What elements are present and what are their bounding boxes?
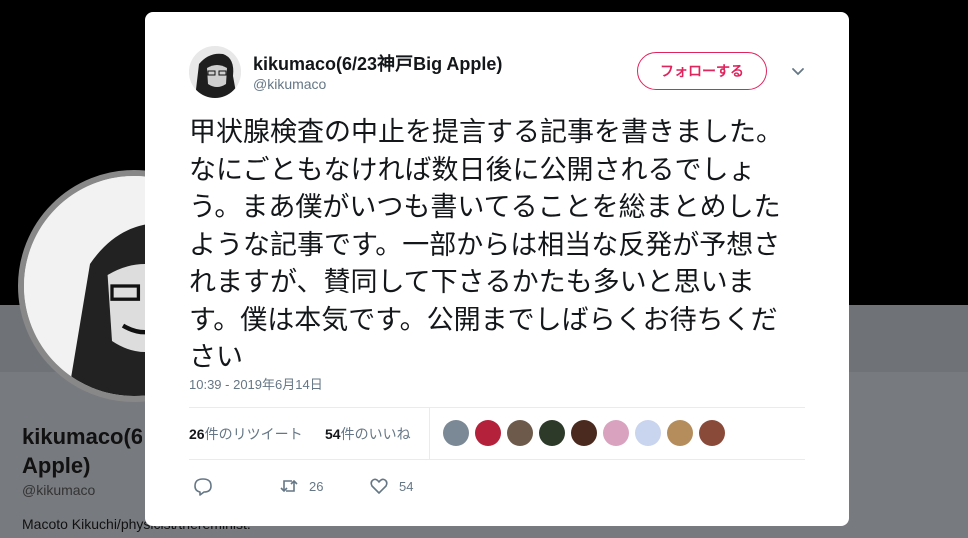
- liker-avatar[interactable]: [443, 420, 469, 446]
- follow-button[interactable]: フォローする: [637, 52, 767, 90]
- retweet-action-count: 26: [309, 478, 324, 494]
- reply-button[interactable]: [193, 472, 213, 500]
- retweet-button[interactable]: 26: [279, 472, 323, 500]
- liker-avatar[interactable]: [475, 420, 501, 446]
- liker-avatar[interactable]: [507, 420, 533, 446]
- reply-icon: [194, 478, 212, 496]
- tweet-timestamp[interactable]: 10:39 - 2019年6月14日: [189, 374, 323, 393]
- like-button[interactable]: 54: [369, 472, 413, 500]
- liker-avatar[interactable]: [603, 420, 629, 446]
- retweet-icon: [280, 479, 298, 493]
- chevron-down-icon[interactable]: [789, 62, 807, 80]
- tweet-modal: kikumaco(6/23神戸Big Apple) @kikumaco フォロー…: [145, 12, 849, 526]
- tweet-stats: 26件のリツイート 54件のいいね: [189, 408, 805, 460]
- like-stat[interactable]: 54件のいいね: [325, 424, 411, 444]
- tweet-actions: 26 54: [189, 472, 805, 500]
- like-action-count: 54: [399, 478, 414, 494]
- like-count: 54: [325, 426, 341, 442]
- author-display-name[interactable]: kikumaco(6/23神戸Big Apple): [253, 50, 502, 76]
- author-avatar[interactable]: [189, 46, 241, 98]
- liker-avatar[interactable]: [571, 420, 597, 446]
- retweet-stat[interactable]: 26件のリツイート: [189, 424, 303, 444]
- like-label: 件のいいね: [340, 427, 411, 443]
- profile-handle: @kikumaco: [22, 482, 96, 498]
- stats-separator: [429, 408, 430, 460]
- liker-avatar[interactable]: [699, 420, 725, 446]
- profile-name: kikumaco(6: [22, 424, 142, 449]
- heart-icon: [370, 478, 388, 494]
- author-handle[interactable]: @kikumaco: [253, 76, 326, 92]
- tweet-text: 甲状腺検査の中止を提言する記事を書きました。なにごともなければ数日後に公開される…: [189, 117, 783, 373]
- retweet-count: 26: [189, 426, 205, 442]
- liker-avatar[interactable]: [539, 420, 565, 446]
- liker-avatar[interactable]: [667, 420, 693, 446]
- divider: [189, 459, 805, 460]
- profile-name-cont: Apple): [22, 453, 91, 478]
- liker-avatar[interactable]: [635, 420, 661, 446]
- retweet-label: 件のリツイート: [204, 427, 303, 443]
